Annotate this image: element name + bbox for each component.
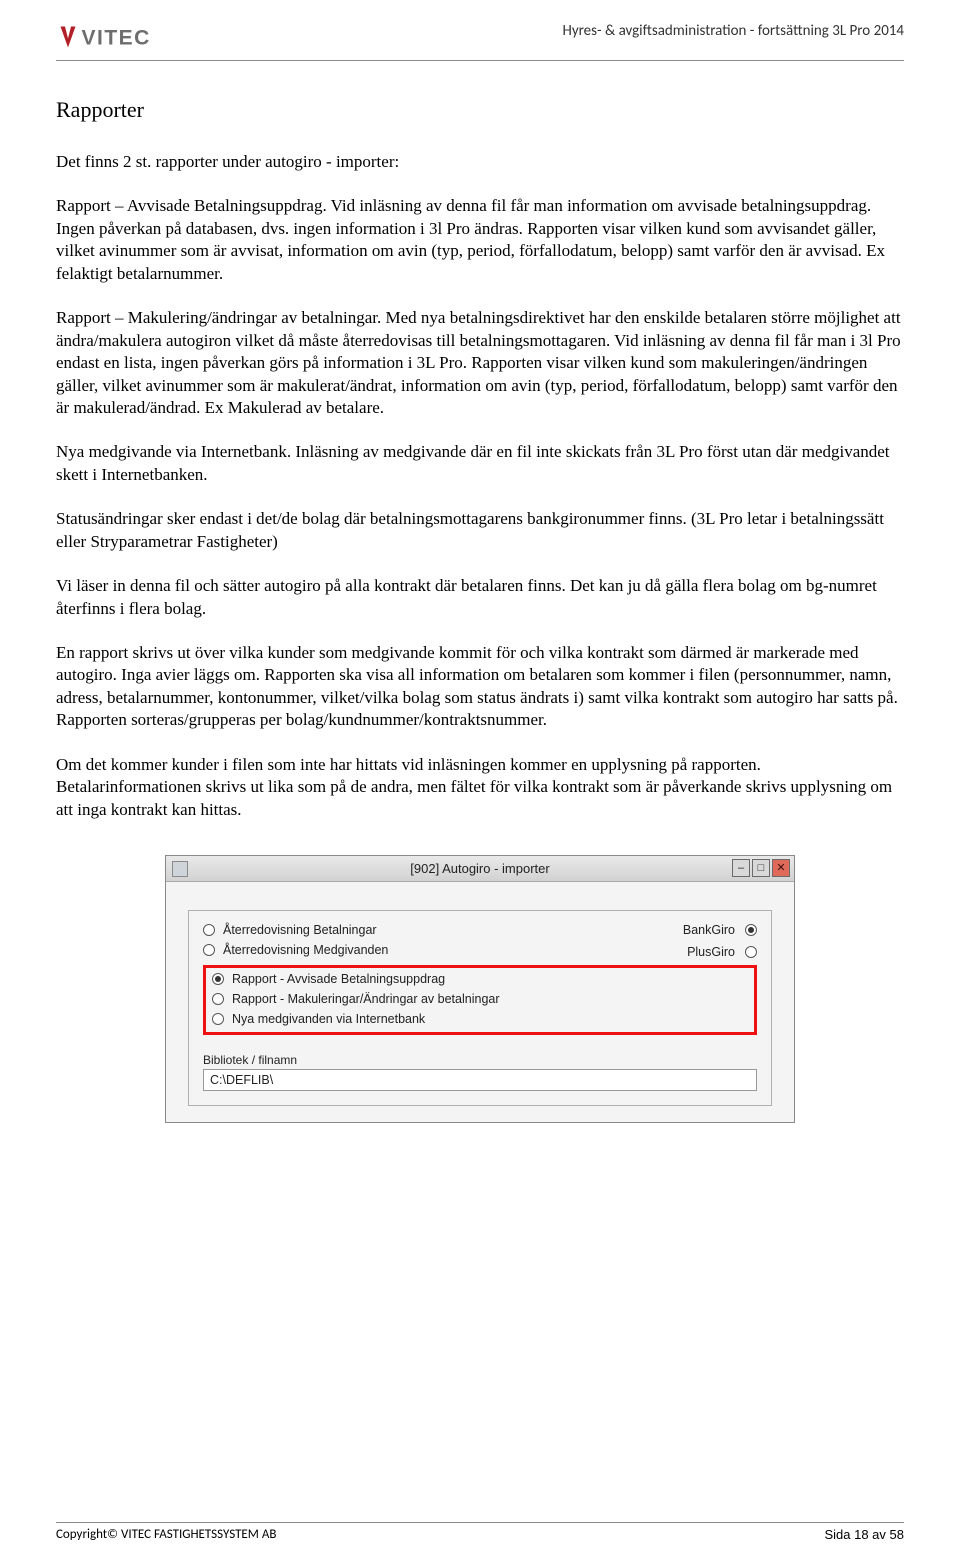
radio-label: Återredovisning Betalningar (223, 923, 377, 937)
path-value: C:\DEFLIB\ (210, 1073, 273, 1087)
radio-bankgiro[interactable]: BankGiro (683, 923, 757, 937)
window-title: [902] Autogiro - importer (410, 861, 549, 876)
paragraph-3: Rapport – Makulering/ändringar av betaln… (56, 307, 904, 419)
window-app-icon (172, 861, 188, 877)
radio-icon (212, 1013, 224, 1025)
highlighted-options: Rapport - Avvisade Betalningsuppdrag Rap… (203, 965, 757, 1035)
path-input[interactable]: C:\DEFLIB\ (203, 1069, 757, 1091)
paragraph-8: Om det kommer kunder i filen som inte ha… (56, 754, 904, 821)
path-label: Bibliotek / filnamn (203, 1053, 757, 1067)
paragraph-4: Nya medgivande via Internetbank. Inläsni… (56, 441, 904, 486)
header-doc-title: Hyres- & avgiftsadministration - fortsät… (563, 22, 905, 40)
radio-label: Nya medgivanden via Internetbank (232, 1012, 425, 1026)
paragraph-5: Statusändringar sker endast i det/de bol… (56, 508, 904, 553)
copyright-prefix: Copyright© (56, 1527, 121, 1542)
footer-page-number: Sida 18 av 58 (824, 1527, 904, 1542)
minimize-button[interactable]: ‒ (732, 859, 750, 877)
page-footer: Copyright© VITEC FASTIGHETSSYSTEM AB Sid… (56, 1522, 904, 1542)
paragraph-intro: Det finns 2 st. rapporter under autogiro… (56, 151, 904, 173)
copyright-company: VITEC FASTIGHETSSYSTEM AB (121, 1527, 277, 1542)
footer-divider (56, 1522, 904, 1523)
radio-label: PlusGiro (687, 945, 735, 959)
radio-icon (745, 924, 757, 936)
radio-nya-medgivanden[interactable]: Nya medgivanden via Internetbank (212, 1012, 748, 1026)
app-window: [902] Autogiro - importer ‒ □ ✕ Återredo… (165, 855, 795, 1123)
brand-logo: VITEC (56, 20, 206, 54)
radio-icon (212, 973, 224, 985)
embedded-screenshot: [902] Autogiro - importer ‒ □ ✕ Återredo… (56, 855, 904, 1123)
vitec-logo-icon: VITEC (56, 20, 206, 54)
radio-icon (212, 993, 224, 1005)
radio-label: BankGiro (683, 923, 735, 937)
page-header: VITEC Hyres- & avgiftsadministration - f… (56, 20, 904, 54)
radio-icon (203, 944, 215, 956)
radio-aterredovisning-betalningar[interactable]: Återredovisning Betalningar (203, 923, 757, 937)
radio-icon (745, 946, 757, 958)
radio-label: Rapport - Avvisade Betalningsuppdrag (232, 972, 445, 986)
paragraph-6: Vi läser in denna fil och sätter autogir… (56, 575, 904, 620)
brand-text: VITEC (82, 27, 151, 50)
radio-icon (203, 924, 215, 936)
close-button[interactable]: ✕ (772, 859, 790, 877)
radio-rapport-avvisade[interactable]: Rapport - Avvisade Betalningsuppdrag (212, 972, 748, 986)
radio-label: Återredovisning Medgivanden (223, 943, 388, 957)
options-group: Återredovisning Betalningar Återredovisn… (188, 910, 772, 1106)
paragraph-7: En rapport skrivs ut över vilka kunder s… (56, 642, 904, 732)
radio-aterredovisning-medgivanden[interactable]: Återredovisning Medgivanden (203, 943, 757, 957)
header-divider (56, 60, 904, 61)
window-titlebar: [902] Autogiro - importer ‒ □ ✕ (166, 856, 794, 882)
radio-label: Rapport - Makuleringar/Ändringar av beta… (232, 992, 500, 1006)
radio-plusgiro[interactable]: PlusGiro (683, 945, 757, 959)
radio-rapport-makuleringar[interactable]: Rapport - Makuleringar/Ändringar av beta… (212, 992, 748, 1006)
maximize-button[interactable]: □ (752, 859, 770, 877)
paragraph-2: Rapport – Avvisade Betalningsuppdrag. Vi… (56, 195, 904, 285)
section-heading: Rapporter (56, 97, 904, 123)
footer-copyright: Copyright© VITEC FASTIGHETSSYSTEM AB (56, 1527, 276, 1542)
